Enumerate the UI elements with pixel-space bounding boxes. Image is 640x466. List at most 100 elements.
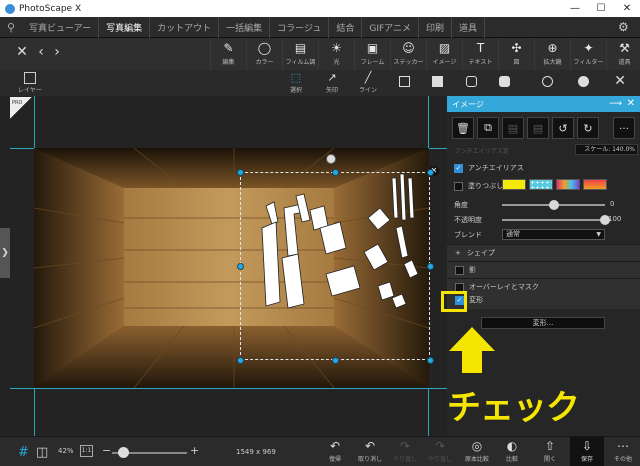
layer-button[interactable]: レイヤー (18, 70, 42, 94)
tool-filter-button[interactable]: ✦ フィルター (570, 38, 606, 70)
tool-text-button[interactable]: T テキスト (462, 38, 498, 70)
compare-original-button[interactable]: ◎ 原本比較 (460, 439, 494, 466)
send-back-icon[interactable]: ▤ (527, 117, 549, 139)
chevron-left-icon[interactable]: ‹ (34, 45, 48, 59)
rounded-square-filled-icon[interactable] (499, 76, 510, 87)
open-button[interactable]: ⇧ 開く (533, 439, 567, 466)
zoom-out-icon[interactable]: − (102, 444, 111, 457)
tab-photo-editor[interactable]: 写真編集 (99, 16, 151, 38)
search-icon[interactable]: ⚲ (0, 17, 22, 38)
rotate-handle[interactable] (326, 154, 336, 164)
rotate-left-icon[interactable]: ↺ (552, 117, 574, 139)
selection-frame[interactable] (240, 172, 430, 360)
tab-collage[interactable]: コラージュ (270, 16, 330, 38)
fill-swatch-pattern[interactable] (529, 179, 553, 190)
fill-swatch-rainbow[interactable] (556, 179, 580, 190)
fill-swatch-gradient[interactable] (583, 179, 607, 190)
circle-filled-icon[interactable] (578, 76, 589, 87)
square-outline-icon[interactable] (399, 76, 410, 87)
more-button[interactable]: ⋯ その他 (606, 439, 640, 466)
shape-section-label: シェイプ (466, 249, 495, 257)
revert-button[interactable]: ↶ 復帰 (318, 439, 352, 466)
tool-image-button[interactable]: ▨ イメージ (426, 38, 462, 70)
shape-section[interactable]: + シェイプ (447, 244, 640, 261)
resize-handle[interactable] (332, 169, 339, 176)
tool-list: ✎ 編集 ◯ カラー ▤ フィルム調 ☀ 光 ▣ フレーム ☺ ステッカー ▨ イメージ T テキスト ✣ 図 ⊕ 拡… (210, 38, 640, 70)
tool-light-button[interactable]: ☀ 光 (318, 38, 354, 70)
tool-figure-button[interactable]: ✣ 図 (498, 38, 534, 70)
angle-value: 0 (610, 200, 615, 208)
zoom-slider-knob[interactable] (118, 447, 129, 458)
image-icon: ▨ (438, 41, 451, 55)
close-icon[interactable]: ✕ (627, 98, 635, 109)
tab-batch[interactable]: 一括編集 (219, 16, 271, 38)
grid-icon[interactable]: # (18, 445, 29, 460)
duplicate-icon[interactable]: ⧉ (477, 117, 499, 139)
trash-icon[interactable]: 🗑 (452, 117, 474, 139)
save-button[interactable]: ⇩ 保存 (570, 437, 604, 466)
close-icon[interactable]: ✕ (15, 45, 29, 59)
split-view-icon[interactable]: ◫ (36, 445, 48, 460)
pin-icon[interactable]: ⟶ (609, 99, 622, 109)
line-tool-button[interactable]: ╱ ライン (350, 70, 386, 96)
resize-handle[interactable] (427, 263, 434, 270)
chevron-right-icon[interactable]: ❯ (0, 228, 10, 278)
tab-photo-viewer[interactable]: 写真ビューアー (22, 16, 100, 38)
shadow-section[interactable]: 影 (447, 261, 640, 278)
angle-slider-knob[interactable] (548, 200, 559, 210)
compare-button[interactable]: ◐ 比較 (495, 439, 529, 466)
tool-magnifier-button[interactable]: ⊕ 拡大鏡 (534, 38, 570, 70)
tool-label: 拡大鏡 (543, 59, 562, 66)
rounded-square-outline-icon[interactable] (466, 76, 477, 87)
resize-handle[interactable] (237, 357, 244, 364)
tool-label: フィルター (573, 59, 604, 66)
zoom-in-icon[interactable]: + (190, 444, 199, 457)
minimize-button[interactable]: — (562, 0, 588, 17)
resize-handle[interactable] (237, 169, 244, 176)
undo-button[interactable]: ↶ 取り消し (353, 439, 387, 466)
chevron-right-icon[interactable]: › (50, 45, 64, 59)
fill-swatch-yellow[interactable] (502, 179, 526, 190)
maximize-button[interactable]: ☐ (588, 0, 614, 17)
tab-print[interactable]: 印刷 (419, 16, 453, 38)
tool-sticker-button[interactable]: ☺ ステッカー (390, 38, 426, 70)
fill-checkbox[interactable] (454, 181, 463, 191)
tool-tools-button[interactable]: ⚒ 道具 (606, 38, 640, 70)
circle-outline-icon[interactable] (542, 76, 553, 87)
tab-cutout[interactable]: カットアウト (150, 16, 220, 38)
close-icon[interactable]: ✕ (614, 73, 626, 89)
bring-front-icon[interactable]: ▤ (502, 117, 524, 139)
redo-all-button[interactable]: ↷ やり直し (423, 439, 457, 466)
transform-button[interactable]: 変形... (481, 317, 605, 329)
antialias-row[interactable]: ✓ アンチエイリアス (454, 163, 524, 173)
close-window-button[interactable]: ✕ (614, 0, 640, 17)
resize-handle[interactable] (332, 357, 339, 364)
resize-handle[interactable] (237, 263, 244, 270)
resize-handle[interactable] (427, 357, 434, 364)
tab-combine[interactable]: 結合 (329, 16, 363, 38)
redo-button[interactable]: ↷ やり直し (388, 439, 422, 466)
square-filled-icon[interactable] (432, 76, 443, 87)
resize-handle[interactable] (427, 169, 434, 176)
shadow-checkbox[interactable] (455, 265, 464, 275)
fill-row[interactable]: 塗りつぶし (454, 181, 503, 191)
line-icon: ╱ (364, 71, 372, 84)
tool-color-button[interactable]: ◯ カラー (246, 38, 282, 70)
tool-edit-button[interactable]: ✎ 編集 (210, 38, 246, 70)
tool-film-button[interactable]: ▤ フィルム調 (282, 38, 318, 70)
blend-select[interactable]: 通常 ▼ (502, 229, 605, 240)
opacity-slider-track[interactable] (502, 219, 605, 221)
rotate-right-icon[interactable]: ↻ (577, 117, 599, 139)
actual-size-button[interactable]: 1:1 (80, 445, 93, 457)
figure-icon: ✣ (511, 41, 522, 55)
antialias-checkbox[interactable]: ✓ (454, 163, 463, 173)
tool-frame-button[interactable]: ▣ フレーム (354, 38, 390, 70)
tab-gif[interactable]: GIFアニメ (362, 16, 420, 38)
select-tool-button[interactable]: ⬚ 選択 (278, 70, 314, 96)
gear-icon[interactable]: ⚙ (618, 20, 632, 34)
blend-label: ブレンド (454, 231, 482, 239)
more-options-button[interactable]: … (613, 117, 635, 139)
arrow-tool-button[interactable]: ↗ 矢印 (314, 70, 350, 96)
pro-label: PRO (12, 100, 23, 106)
tab-tools[interactable]: 道具 (452, 16, 486, 38)
